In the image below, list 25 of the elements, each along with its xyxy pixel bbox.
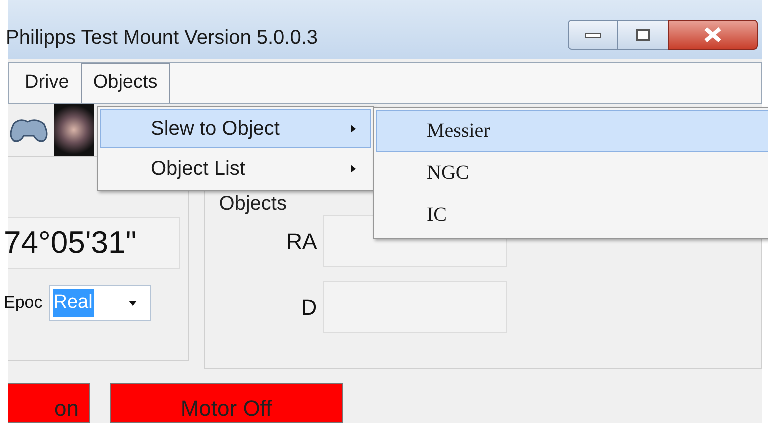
maximize-button[interactable] <box>618 20 668 50</box>
maximize-icon <box>636 29 650 41</box>
caret-icon <box>128 300 137 306</box>
menu-item[interactable]: Object List <box>100 149 371 188</box>
window-title: Philipps Test Mount Version 5.0.0.3 <box>6 26 318 51</box>
menu-item[interactable]: IC <box>376 194 768 236</box>
field-label: RA <box>286 228 318 256</box>
menu-item[interactable]: Slew to Object <box>100 109 371 148</box>
epoch-label: Epoc <box>4 292 43 314</box>
galaxy-photo-placeholder[interactable] <box>54 104 94 156</box>
field-label: D <box>300 294 318 322</box>
position-value: 74°05'31" <box>4 224 137 262</box>
menu-item[interactable]: Messier <box>376 110 768 152</box>
menu-item[interactable]: Drive <box>13 63 82 103</box>
minimize-button[interactable] <box>568 20 618 50</box>
submenu-arrow-icon <box>351 124 356 132</box>
minimize-icon <box>585 32 601 38</box>
action-button[interactable]: Motor Off <box>110 383 343 423</box>
close-icon <box>704 27 722 43</box>
menu-item[interactable]: Objects <box>81 63 170 103</box>
close-button[interactable] <box>668 20 758 50</box>
epoch-value: Real <box>52 288 94 318</box>
submenu-arrow-icon <box>351 164 356 172</box>
action-button[interactable]: on <box>8 383 90 423</box>
menu-item[interactable]: NGC <box>376 152 768 194</box>
